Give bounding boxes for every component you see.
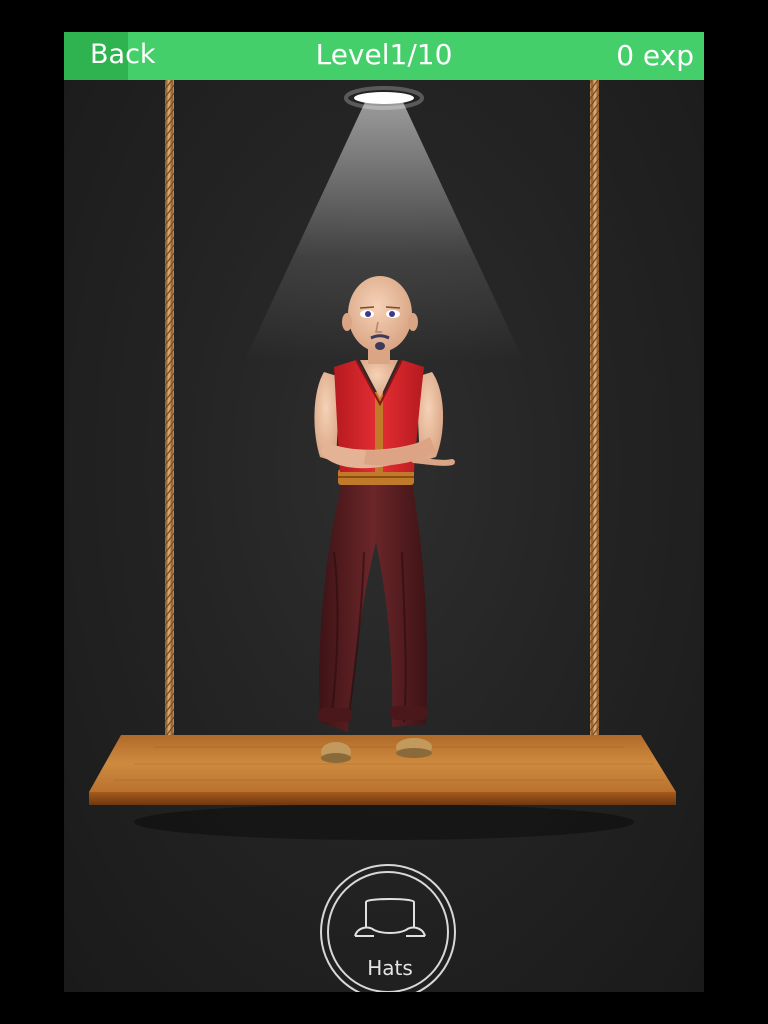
stage-scene	[89, 80, 676, 840]
level-indicator: Level1/10	[315, 38, 453, 71]
right-rope	[590, 80, 599, 735]
hat-icon	[354, 898, 426, 937]
top-bar: Back Level1/10 0 exp	[64, 32, 704, 80]
left-rope	[165, 80, 174, 735]
exp-counter: 0 exp	[616, 39, 694, 72]
hats-label: Hats	[367, 956, 413, 980]
ceiling-lamp	[354, 92, 414, 104]
hats-button[interactable]: Hats	[320, 864, 456, 992]
game-screen: Back Level1/10 0 exp Hats	[64, 32, 704, 992]
